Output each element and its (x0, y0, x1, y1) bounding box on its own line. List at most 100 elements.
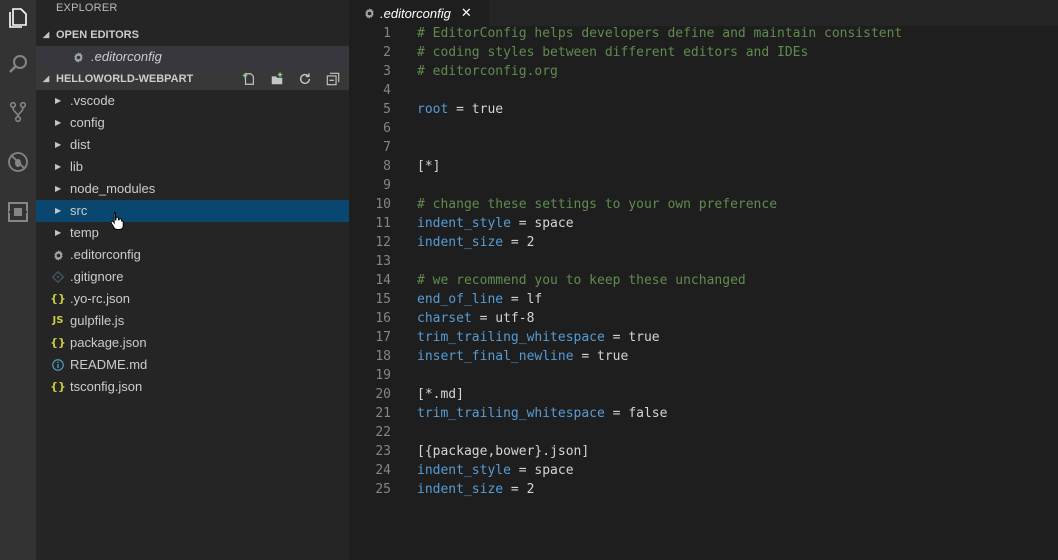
chevron-right-icon: ▶ (55, 162, 62, 171)
code-line[interactable]: 17 trim_trailing_whitespace = true (349, 328, 1058, 347)
line-content: # change these settings to your own pref… (417, 195, 777, 214)
new-file-icon[interactable] (239, 70, 259, 88)
collapse-all-icon[interactable] (323, 70, 343, 88)
debug-icon[interactable] (0, 146, 36, 178)
code-line[interactable]: 12 indent_size = 2 (349, 233, 1058, 252)
code-line[interactable]: 23 [{package,bower}.json] (349, 442, 1058, 461)
line-number: 17 (375, 330, 391, 345)
code-line[interactable]: 7 (349, 138, 1058, 157)
code-token: = (448, 102, 472, 117)
code-token: = (503, 292, 527, 307)
tree-file-package-json[interactable]: {} package.json (36, 332, 349, 354)
tree-folder-dist[interactable]: ▶ dist (36, 134, 349, 156)
code-token: [{package,bower}.json] (417, 444, 590, 459)
code-line[interactable]: 8 [*] (349, 157, 1058, 176)
source-control-icon[interactable] (0, 96, 36, 128)
explorer-icon[interactable] (0, 2, 36, 34)
code-token: # we recommend you to keep these unchang… (417, 273, 746, 288)
line-number: 21 (375, 406, 391, 421)
code-line[interactable]: 22 (349, 423, 1058, 442)
chevron-right-icon: ▶ (55, 206, 62, 215)
line-number: 3 (383, 64, 391, 79)
javascript-icon: JS (52, 315, 64, 326)
refresh-icon[interactable] (295, 70, 315, 88)
line-content: end_of_line = lf (417, 290, 542, 309)
explorer-title: EXPLORER (56, 2, 118, 14)
line-number: 9 (383, 178, 391, 193)
code-token: [*] (417, 159, 441, 174)
code-editor[interactable]: 1 # EditorConfig helps developers define … (349, 24, 1058, 499)
line-content: charset = utf-8 (417, 309, 534, 328)
line-number: 14 (375, 273, 391, 288)
line-content: indent_style = space (417, 214, 574, 233)
line-number: 18 (375, 349, 391, 364)
tree-file-gulpfile-js[interactable]: JS gulpfile.js (36, 310, 349, 332)
code-token: space (534, 216, 574, 231)
code-line[interactable]: 21 trim_trailing_whitespace = false (349, 404, 1058, 423)
tree-folder-lib[interactable]: ▶ lib (36, 156, 349, 178)
tree-folder-config[interactable]: ▶ config (36, 112, 349, 134)
code-token: = (604, 330, 629, 345)
code-line[interactable]: 16 charset = utf-8 (349, 309, 1058, 328)
line-content: root = true (417, 100, 503, 119)
code-token: = (604, 406, 629, 421)
code-token: true (471, 102, 504, 117)
code-line[interactable]: 15 end_of_line = lf (349, 290, 1058, 309)
code-line[interactable]: 5 root = true (349, 100, 1058, 119)
extensions-icon[interactable] (0, 196, 36, 228)
line-content: # editorconfig.org (417, 62, 558, 81)
open-editor-item[interactable]: .editorconfig (36, 46, 349, 68)
code-token: 2 (526, 235, 535, 250)
project-folder-header[interactable]: ◢ HELLOWORLD-WEBPART (36, 68, 349, 90)
line-content: # EditorConfig helps developers define a… (417, 24, 902, 43)
line-content: insert_final_newline = true (417, 347, 628, 366)
code-line[interactable]: 10 # change these settings to your own pr… (349, 195, 1058, 214)
code-line[interactable]: 9 (349, 176, 1058, 195)
code-token: space (534, 463, 574, 478)
code-line[interactable]: 18 insert_final_newline = true (349, 347, 1058, 366)
tree-file-editorconfig[interactable]: .editorconfig (36, 244, 349, 266)
code-token: trim_trailing_whitespace (417, 330, 605, 345)
line-number: 10 (375, 197, 391, 212)
tree-file-readme-md[interactable]: README.md (36, 354, 349, 376)
code-token: = (573, 349, 598, 364)
line-number: 20 (375, 387, 391, 402)
tree-file-yo-rc-json[interactable]: {} .yo-rc.json (36, 288, 349, 310)
code-line[interactable]: 14 # we recommend you to keep these uncha… (349, 271, 1058, 290)
tree-folder-temp[interactable]: ▶ temp (36, 222, 349, 244)
new-folder-icon[interactable] (267, 70, 287, 88)
search-icon[interactable] (0, 48, 36, 80)
close-icon[interactable]: ✕ (461, 6, 472, 21)
line-content: # we recommend you to keep these unchang… (417, 271, 746, 290)
tab-editorconfig[interactable]: .editorconfig ✕ (349, 0, 489, 26)
code-line[interactable]: 13 (349, 252, 1058, 271)
code-line[interactable]: 11 indent_style = space (349, 214, 1058, 233)
code-line[interactable]: 1 # EditorConfig helps developers define … (349, 24, 1058, 43)
code-line[interactable]: 20 [*.md] (349, 385, 1058, 404)
tree-folder-src[interactable]: ▶ src (36, 200, 349, 222)
open-editors-header[interactable]: ◢ OPEN EDITORS (36, 24, 349, 46)
tree-file-tsconfig-json[interactable]: {} tsconfig.json (36, 376, 349, 398)
code-token: = (510, 463, 535, 478)
code-token: # change these settings to your own pref… (417, 197, 778, 212)
tree-folder-node-modules[interactable]: ▶ node_modules (36, 178, 349, 200)
code-token: root (417, 102, 449, 117)
code-line[interactable]: 2 # coding styles between different edito… (349, 43, 1058, 62)
tree-file-gitignore[interactable]: .gitignore (36, 266, 349, 288)
line-number: 22 (375, 425, 391, 440)
line-number: 16 (375, 311, 391, 326)
code-line[interactable]: 25 indent_size = 2 (349, 480, 1058, 499)
editor-area: .editorconfig ✕ 1 # EditorConfig helps de… (349, 0, 1058, 560)
line-number: 19 (375, 368, 391, 383)
explorer-sidebar: EXPLORER ◢ OPEN EDITORS .editorconfig ◢ … (36, 0, 349, 560)
code-line[interactable]: 24 indent_style = space (349, 461, 1058, 480)
line-content: indent_style = space (417, 461, 574, 480)
line-content: [*] (417, 157, 440, 176)
code-line[interactable]: 3 # editorconfig.org (349, 62, 1058, 81)
code-line[interactable]: 19 (349, 366, 1058, 385)
line-number: 11 (375, 216, 391, 231)
code-line[interactable]: 4 (349, 81, 1058, 100)
code-line[interactable]: 6 (349, 119, 1058, 138)
code-token: # editorconfig.org (417, 64, 558, 79)
tree-folder-vscode[interactable]: ▶ .vscode (36, 90, 349, 112)
